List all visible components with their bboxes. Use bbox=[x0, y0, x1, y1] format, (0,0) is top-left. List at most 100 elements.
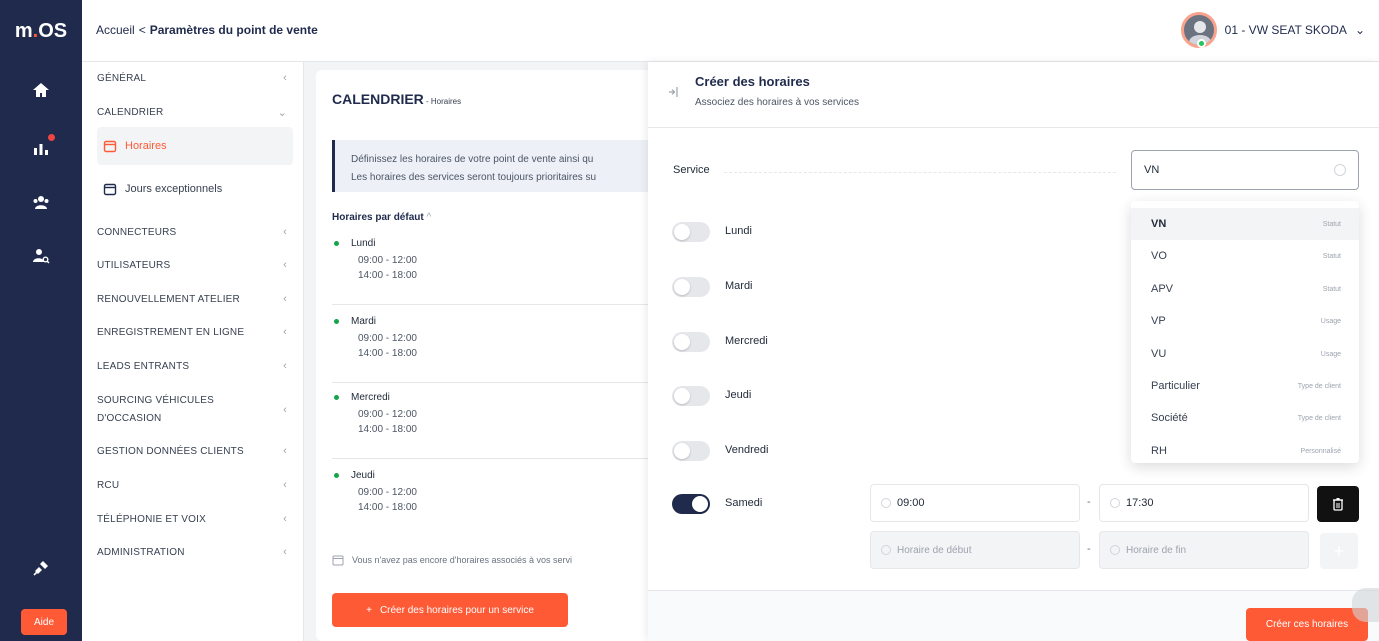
new-start-time-input[interactable]: Horaire de début bbox=[870, 531, 1080, 569]
status-bullet bbox=[334, 319, 339, 324]
service-value: VN bbox=[1144, 164, 1160, 176]
help-button[interactable]: Aide bbox=[21, 609, 67, 635]
service-option[interactable]: VP Usage bbox=[1131, 305, 1359, 337]
app-logo[interactable]: m. OS bbox=[0, 0, 82, 62]
plug-icon[interactable] bbox=[29, 556, 53, 580]
service-option[interactable]: VU Usage bbox=[1131, 338, 1359, 370]
nav-sourcing-vehicules[interactable]: SOURCING VÉHICULES D'OCCASION ‹ bbox=[97, 392, 287, 428]
default-hours-header[interactable]: Horaires par défaut ^ bbox=[332, 212, 431, 223]
calendar-card: CALENDRIER - Horaires Définissez les hor… bbox=[316, 70, 656, 641]
nav-utilisateurs[interactable]: UTILISATEURS ‹ bbox=[97, 259, 287, 271]
chevron-down-icon: ⌄ bbox=[277, 107, 287, 119]
chat-widget-handle[interactable] bbox=[1352, 588, 1379, 622]
service-option[interactable]: APV Statut bbox=[1131, 273, 1359, 305]
placeholder-text: Horaire de fin bbox=[1126, 544, 1187, 556]
new-end-time-input[interactable]: Horaire de fin bbox=[1099, 531, 1309, 569]
service-option[interactable]: Particulier Type de client bbox=[1131, 370, 1359, 402]
toggle-vendredi[interactable] bbox=[672, 441, 710, 461]
user-search-icon[interactable] bbox=[29, 244, 53, 268]
create-service-hours-button[interactable]: + Créer des horaires pour un service bbox=[332, 593, 568, 627]
time-value: 09:00 bbox=[897, 497, 925, 509]
service-select[interactable]: VN bbox=[1131, 150, 1359, 190]
submit-create-hours-button[interactable]: Créer ces horaires bbox=[1246, 608, 1368, 641]
chevron-left-icon: ‹ bbox=[283, 513, 287, 525]
collapse-panel-icon[interactable] bbox=[665, 84, 681, 100]
info-line: Définissez les horaires de votre point d… bbox=[351, 154, 594, 165]
clock-icon bbox=[1110, 498, 1120, 508]
toggle-lundi[interactable] bbox=[672, 222, 710, 242]
range-dash: - bbox=[1087, 496, 1091, 508]
account-switcher[interactable]: 01 - VW SEAT SKODA ⌄ bbox=[1180, 12, 1365, 48]
chevron-left-icon: ‹ bbox=[283, 404, 287, 416]
clock-icon bbox=[881, 545, 891, 555]
home-icon[interactable] bbox=[29, 78, 53, 102]
top-bar: Accueil < Paramètres du point de vente 0… bbox=[82, 0, 1379, 62]
add-slot-button[interactable]: + bbox=[1320, 533, 1358, 569]
drawer-header: Créer des horaires Associez des horaires… bbox=[648, 62, 1379, 128]
nav-sub-horaires[interactable]: Horaires bbox=[97, 127, 293, 165]
page-title: CALENDRIER - Horaires bbox=[332, 91, 461, 107]
dashed-divider bbox=[724, 172, 1116, 173]
time-slot: 14:00 - 18:00 bbox=[358, 270, 417, 281]
toggle-samedi[interactable] bbox=[672, 494, 710, 514]
analytics-icon[interactable] bbox=[29, 134, 55, 160]
nav-administration[interactable]: ADMINISTRATION ‹ bbox=[97, 546, 287, 558]
toggle-jeudi[interactable] bbox=[672, 386, 710, 406]
account-name: 01 - VW SEAT SKODA bbox=[1224, 23, 1347, 37]
option-category: Statut bbox=[1322, 252, 1341, 260]
chevron-up-icon: ^ bbox=[426, 212, 432, 223]
nav-label: LEADS ENTRANTS bbox=[97, 360, 190, 372]
default-day-mercredi: Mercredi 09:00 - 12:00 14:00 - 18:00 bbox=[334, 392, 654, 435]
toggle-mercredi[interactable] bbox=[672, 332, 710, 352]
nav-general[interactable]: GÉNÉRAL ‹ bbox=[97, 72, 287, 84]
chevron-left-icon: ‹ bbox=[283, 259, 287, 271]
info-banner: Définissez les horaires de votre point d… bbox=[332, 140, 656, 192]
nav-renouvellement-atelier[interactable]: RENOUVELLEMENT ATELIER ‹ bbox=[97, 293, 287, 305]
service-option[interactable]: Société Type de client bbox=[1131, 402, 1359, 434]
time-value: 17:30 bbox=[1126, 497, 1154, 509]
nav-connecteurs[interactable]: CONNECTEURS ‹ bbox=[97, 226, 287, 238]
calendar-icon bbox=[332, 555, 344, 566]
samedi-start-time-input[interactable]: 09:00 bbox=[870, 484, 1080, 522]
nav-telephonie-et-voix[interactable]: TÉLÉPHONIE ET VOIX ‹ bbox=[97, 513, 287, 525]
empty-state-note: Vous n'avez pas encore d'horaires associ… bbox=[332, 554, 572, 566]
nav-label: SOURCING VÉHICULES D'OCCASION bbox=[97, 395, 214, 424]
time-slot: 09:00 - 12:00 bbox=[358, 255, 417, 266]
nav-label: ENREGISTREMENT EN LIGNE bbox=[97, 326, 245, 338]
service-option[interactable]: VN Statut bbox=[1131, 208, 1359, 240]
service-label: Service bbox=[673, 164, 710, 176]
drawer-title: Créer des horaires bbox=[695, 74, 810, 89]
option-category: Personnalisé bbox=[1300, 447, 1341, 455]
breadcrumb-home[interactable]: Accueil bbox=[96, 23, 135, 37]
day-name: Mercredi bbox=[351, 392, 390, 403]
samedi-end-time-input[interactable]: 17:30 bbox=[1099, 484, 1309, 522]
info-line: Les horaires des services seront toujour… bbox=[351, 172, 597, 183]
toggle-mardi[interactable] bbox=[672, 277, 710, 297]
default-day-mardi: Mardi 09:00 - 12:00 14:00 - 18:00 bbox=[334, 316, 654, 359]
nav-sub-jours-exceptionnels[interactable]: Jours exceptionnels bbox=[97, 170, 293, 208]
chevron-left-icon: ‹ bbox=[283, 293, 287, 305]
nav-gestion-donnees-clients[interactable]: GESTION DONNÉES CLIENTS ‹ bbox=[97, 445, 287, 457]
divider bbox=[332, 304, 656, 305]
option-label: RH bbox=[1151, 445, 1167, 457]
service-option[interactable]: VO Statut bbox=[1131, 240, 1359, 272]
nav-label: CALENDRIER bbox=[97, 107, 164, 118]
clear-icon[interactable] bbox=[1334, 164, 1346, 176]
nav-label: UTILISATEURS bbox=[97, 259, 171, 271]
nav-enregistrement-en-ligne[interactable]: ENREGISTREMENT EN LIGNE ‹ bbox=[97, 326, 287, 338]
range-dash: - bbox=[1087, 543, 1091, 555]
nav-calendrier[interactable]: CALENDRIER ⌄ bbox=[97, 106, 287, 119]
button-label: Créer des horaires pour un service bbox=[379, 604, 534, 616]
option-category: Usage bbox=[1320, 350, 1341, 358]
online-status-dot bbox=[1197, 39, 1206, 48]
chevron-down-icon: ⌄ bbox=[1354, 23, 1365, 37]
delete-slot-button[interactable] bbox=[1317, 486, 1359, 522]
chevron-left-icon: ‹ bbox=[283, 445, 287, 457]
service-option[interactable]: RH Personnalisé bbox=[1131, 435, 1359, 463]
nav-label: TÉLÉPHONIE ET VOIX bbox=[97, 513, 207, 525]
nav-rcu[interactable]: RCU ‹ bbox=[97, 479, 287, 491]
chevron-left-icon: ‹ bbox=[283, 360, 287, 372]
team-icon[interactable] bbox=[29, 190, 53, 214]
nav-leads-entrants[interactable]: LEADS ENTRANTS ‹ bbox=[97, 360, 287, 372]
logo-prefix: m bbox=[14, 19, 33, 42]
